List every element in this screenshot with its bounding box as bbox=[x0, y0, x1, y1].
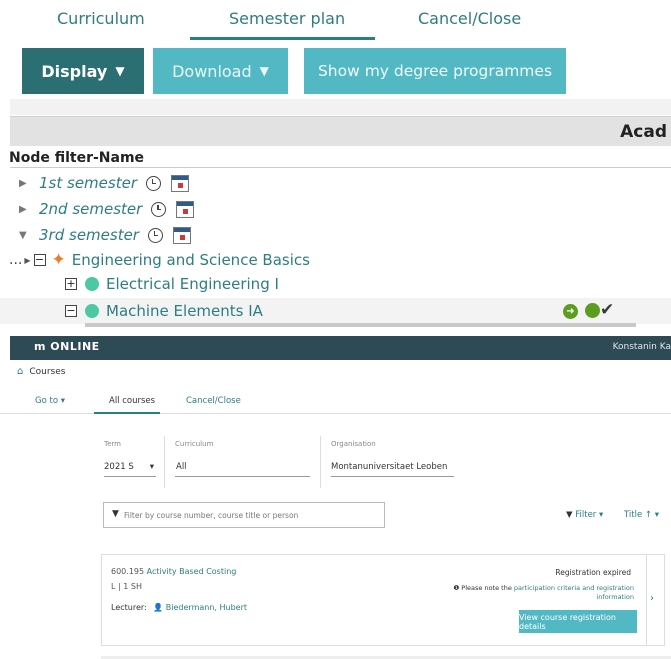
registration-status: Registration expired bbox=[555, 568, 631, 577]
tree-row-1st-semester[interactable]: ▶ 1st semester bbox=[19, 171, 189, 195]
course-search-input[interactable]: ▼ Filter by course number, course title … bbox=[103, 502, 385, 528]
course-dot-icon bbox=[85, 277, 99, 291]
acad-header-band: Acad bbox=[10, 116, 671, 146]
collapse-box-icon[interactable]: − bbox=[65, 305, 77, 317]
courses-nav: Go to ▾ All courses Cancel/Close bbox=[0, 392, 671, 414]
person-icon: 👤 bbox=[153, 603, 164, 612]
display-button[interactable]: Display ▼ bbox=[22, 48, 144, 94]
node-label[interactable]: Engineering and Science Basics bbox=[72, 251, 310, 269]
tree-row-engineering-basics[interactable]: ... ▶ − ✦ Engineering and Science Basics bbox=[9, 248, 310, 272]
expand-box-icon[interactable]: + bbox=[65, 278, 77, 290]
info-icon: ❶ bbox=[453, 584, 460, 592]
course-number-title: 600.195 Activity Based Costing bbox=[111, 567, 236, 576]
term-underline bbox=[104, 476, 156, 477]
online-logo[interactable]: m ONLINE bbox=[34, 340, 100, 353]
semester-label[interactable]: 2nd semester bbox=[39, 200, 142, 218]
semester-label[interactable]: 1st semester bbox=[39, 174, 137, 192]
small-triangle-icon: ▶ bbox=[24, 255, 31, 265]
funnel-icon: ▼ bbox=[566, 510, 573, 520]
clock-icon[interactable] bbox=[145, 175, 161, 191]
goto-menu[interactable]: Go to ▾ bbox=[35, 396, 65, 406]
search-placeholder: Filter by course number, course title or… bbox=[124, 511, 299, 520]
course-dot-icon bbox=[85, 304, 99, 318]
course-label[interactable]: Electrical Engineering I bbox=[106, 275, 279, 293]
acad-header: Acad bbox=[620, 122, 667, 142]
view-registration-details-button[interactable]: View course registration details bbox=[519, 610, 637, 633]
tree-row-electrical-engineering[interactable]: + Electrical Engineering I bbox=[65, 272, 279, 296]
semester-label[interactable]: 3rd semester bbox=[39, 226, 139, 244]
lecturer-label: Lecturer: bbox=[111, 603, 147, 612]
tree-row-3rd-semester[interactable]: ▼ 3rd semester bbox=[19, 223, 191, 247]
module-star-icon: ✦ bbox=[51, 250, 66, 270]
lecturer-row: Lecturer: 👤 Biedermann, Hubert bbox=[111, 603, 247, 612]
node-filter-heading: Node filter-Name bbox=[9, 150, 145, 166]
degree-label: Show my degree programmes bbox=[317, 62, 553, 80]
course-label[interactable]: Machine Elements IA bbox=[106, 302, 263, 320]
tab-cancel-close[interactable]: Cancel/Close bbox=[418, 9, 521, 28]
tab-curriculum[interactable]: Curriculum bbox=[57, 9, 145, 28]
divider bbox=[10, 167, 671, 168]
course-type: L | 1 SH bbox=[111, 582, 142, 591]
tree-row-2nd-semester[interactable]: ▶ 2nd semester bbox=[19, 197, 195, 221]
course-title-link[interactable]: Activity Based Costing bbox=[147, 567, 237, 576]
clock-icon[interactable] bbox=[147, 227, 163, 243]
register-arrow-icon[interactable]: ➜ bbox=[563, 304, 578, 319]
calendar-icon[interactable] bbox=[172, 226, 191, 244]
curriculum-input[interactable]: All bbox=[176, 462, 187, 472]
home-icon[interactable]: ⌂ bbox=[17, 366, 23, 377]
registration-note: ❶ Please note the participation criteria… bbox=[453, 584, 634, 601]
display-label: Display bbox=[41, 61, 108, 81]
expand-triangle-icon[interactable]: ▶ bbox=[19, 204, 39, 215]
course-number: 600.195 bbox=[111, 567, 145, 576]
term-select[interactable]: 2021 S ▾ bbox=[104, 462, 154, 472]
breadcrumb: ⌂ Courses bbox=[17, 366, 65, 377]
curriculum-label: Curriculum bbox=[175, 440, 214, 448]
tree-ellipsis: ... bbox=[9, 252, 23, 268]
tab-semester-plan[interactable]: Semester plan bbox=[229, 9, 345, 28]
curriculum-underline bbox=[175, 476, 310, 477]
chevron-down-icon: ▼ bbox=[259, 64, 269, 78]
lecturer-link[interactable]: Biedermann, Hubert bbox=[166, 603, 247, 612]
filter-button[interactable]: ▼ Filter ▾ bbox=[566, 510, 603, 520]
chevron-right-icon[interactable]: › bbox=[650, 593, 654, 604]
funnel-icon: ▼ bbox=[112, 509, 119, 519]
online-header-bar: m ONLINE Konstanin Ka bbox=[10, 336, 671, 360]
row-divider bbox=[85, 323, 636, 327]
collapse-triangle-icon[interactable]: ▼ bbox=[19, 230, 39, 241]
active-tab-indicator bbox=[190, 37, 375, 40]
participation-criteria-link[interactable]: participation criteria and registration … bbox=[514, 584, 634, 601]
calendar-icon[interactable] bbox=[170, 174, 189, 192]
clock-icon[interactable] bbox=[151, 201, 167, 217]
collapse-box-icon[interactable]: − bbox=[33, 254, 46, 266]
download-button[interactable]: Download ▼ bbox=[153, 48, 288, 94]
download-label: Download bbox=[172, 61, 252, 81]
separator bbox=[164, 436, 165, 488]
organisation-label: Organisation bbox=[331, 440, 376, 448]
user-name[interactable]: Konstanin Ka bbox=[613, 342, 671, 352]
tab-all-courses[interactable]: All courses bbox=[109, 396, 155, 406]
calendar-icon[interactable] bbox=[176, 200, 195, 218]
separator bbox=[320, 436, 321, 488]
sort-title-button[interactable]: Title ↑ ▾ bbox=[624, 510, 659, 520]
courses-title: Courses bbox=[29, 367, 66, 377]
tab-cancel-close-courses[interactable]: Cancel/Close bbox=[186, 396, 241, 406]
show-degree-programmes-button[interactable]: Show my degree programmes bbox=[304, 48, 566, 94]
term-label: Term bbox=[104, 440, 121, 448]
top-tabs: Curriculum Semester plan Cancel/Close bbox=[0, 0, 671, 42]
chevron-down-icon: ▼ bbox=[115, 64, 125, 78]
active-tab-indicator bbox=[94, 412, 160, 414]
tree-row-machine-elements[interactable]: − Machine Elements IA bbox=[65, 299, 263, 323]
spacer-band bbox=[10, 99, 671, 115]
registered-check-icon[interactable]: ✔ bbox=[585, 300, 614, 320]
expand-triangle-icon[interactable]: ▶ bbox=[19, 178, 39, 189]
organisation-underline bbox=[331, 476, 454, 477]
organisation-input[interactable]: Montanuniversitaet Leoben bbox=[331, 462, 447, 472]
